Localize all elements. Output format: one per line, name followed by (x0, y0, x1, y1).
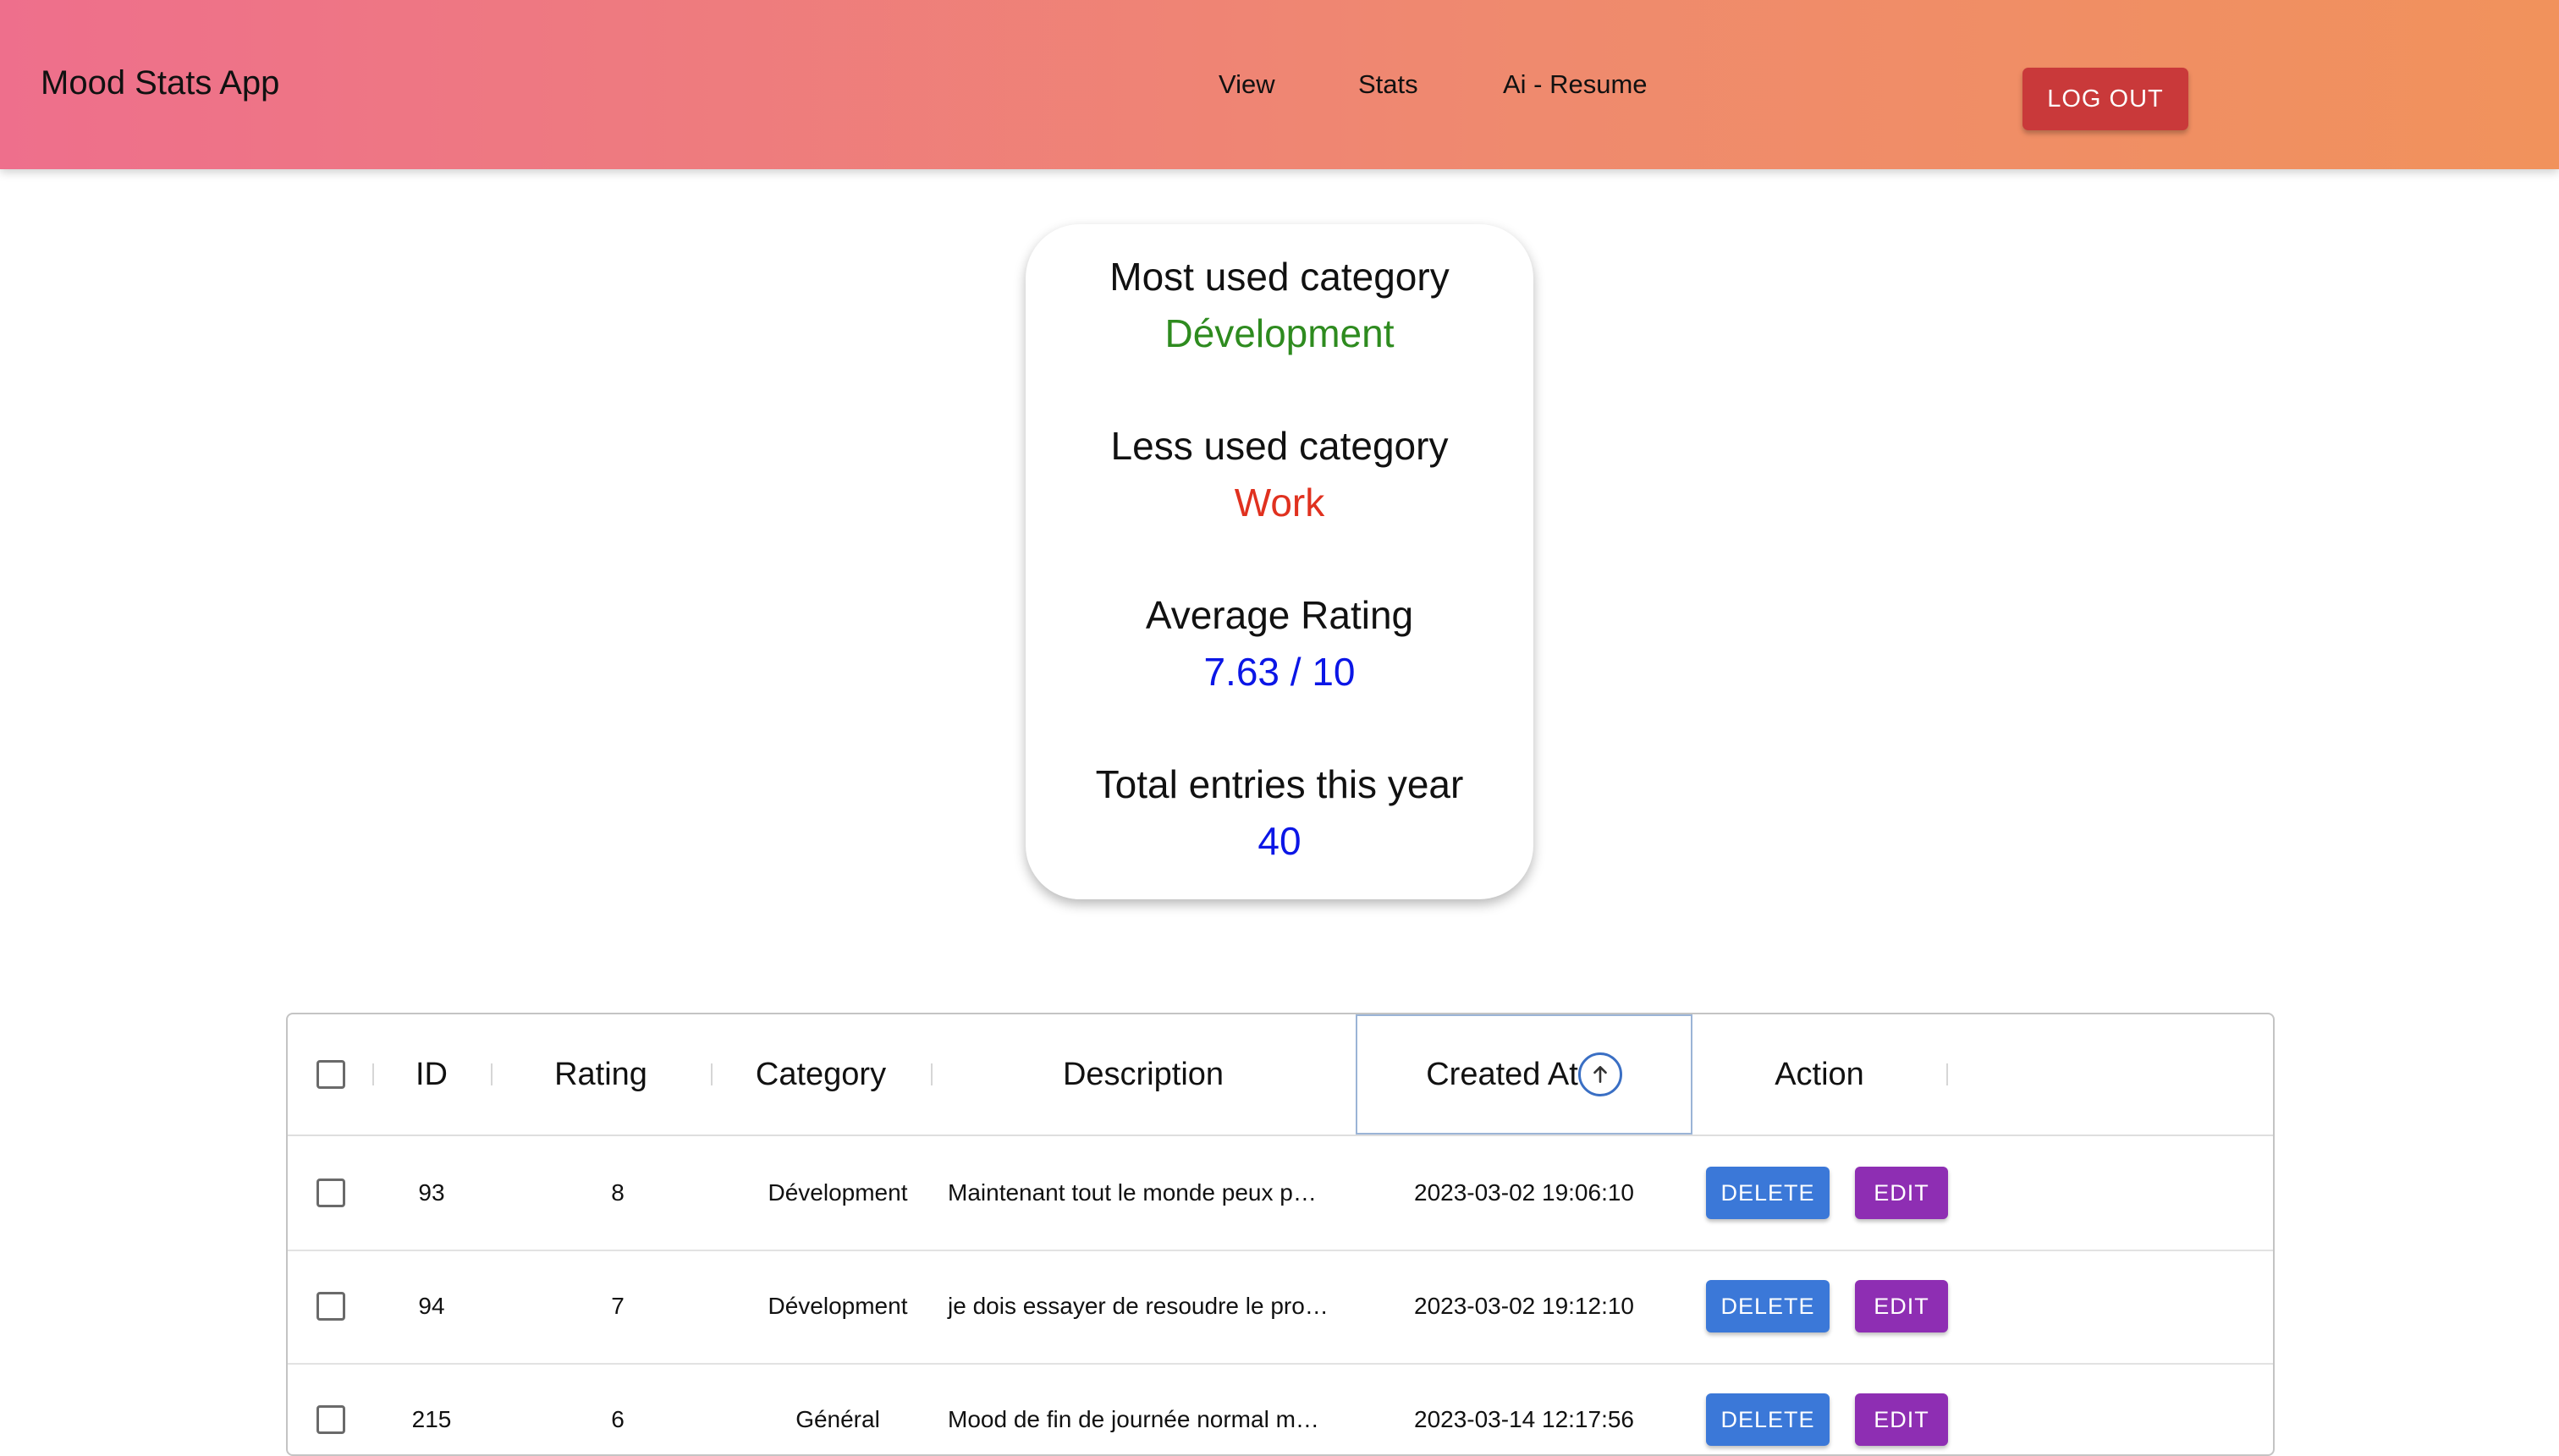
column-header-created-at-label: Created At (1426, 1056, 1578, 1092)
cell-created-at: 2023-03-14 12:17:56 (1414, 1406, 1634, 1432)
edit-button[interactable]: EDIT (1855, 1280, 1948, 1332)
delete-button[interactable]: DELETE (1706, 1393, 1830, 1446)
mood-entries-table: ID Rating Category Description Created A… (286, 1013, 2275, 1456)
total-entries-label: Total entries this year (1095, 762, 1464, 806)
nav-view-link[interactable]: View (1219, 69, 1275, 100)
stats-card: Most used category Dévelopment Less used… (1026, 224, 1533, 899)
less-used-category-value: Work (1234, 481, 1325, 525)
edit-button[interactable]: EDIT (1855, 1393, 1948, 1446)
cell-id: 93 (418, 1179, 445, 1206)
cell-category: Général (795, 1406, 880, 1432)
cell-description: Mood de fin de journée normal m… (948, 1406, 1319, 1432)
delete-button[interactable]: DELETE (1706, 1280, 1830, 1332)
column-header-created-at[interactable]: Created At (1356, 1014, 1692, 1135)
cell-created-at: 2023-03-02 19:12:10 (1414, 1293, 1634, 1319)
cell-rating: 6 (611, 1406, 625, 1432)
table-row[interactable]: 215 6 Général Mood de fin de journée nor… (288, 1363, 2273, 1454)
edit-button[interactable]: EDIT (1855, 1167, 1948, 1219)
row-checkbox[interactable] (316, 1179, 345, 1207)
cell-description: je dois essayer de resoudre le pro… (948, 1293, 1329, 1319)
cell-id: 94 (418, 1293, 445, 1319)
column-header-rating[interactable]: Rating (491, 1014, 711, 1135)
row-checkbox[interactable] (316, 1405, 345, 1434)
most-used-category-value: Dévelopment (1164, 311, 1395, 355)
nav-ai-resume-link[interactable]: Ai - Resume (1503, 69, 1648, 100)
column-separator (1946, 1063, 1948, 1085)
cell-category: Dévelopment (768, 1179, 908, 1206)
cell-created-at: 2023-03-02 19:06:10 (1414, 1179, 1634, 1206)
column-header-description[interactable]: Description (931, 1014, 1356, 1135)
delete-button[interactable]: DELETE (1706, 1167, 1830, 1219)
app-bar: Mood Stats App View Stats Ai - Resume LO… (0, 0, 2559, 169)
select-all-checkbox[interactable] (316, 1060, 345, 1089)
sort-ascending-icon[interactable] (1577, 1052, 1622, 1096)
cell-id: 215 (411, 1406, 452, 1432)
column-header-id[interactable]: ID (372, 1014, 491, 1135)
average-rating-value: 7.63 / 10 (1203, 650, 1356, 694)
total-entries-value: 40 (1257, 819, 1302, 863)
cell-category: Dévelopment (768, 1293, 908, 1319)
app-title: Mood Stats App (41, 64, 280, 102)
logout-button[interactable]: LOG OUT (2022, 68, 2188, 130)
table-row[interactable]: 94 7 Dévelopment je dois essayer de reso… (288, 1250, 2273, 1365)
cell-rating: 8 (611, 1179, 625, 1206)
row-checkbox[interactable] (316, 1292, 345, 1321)
cell-rating: 7 (611, 1293, 625, 1319)
average-rating-label: Average Rating (1145, 593, 1414, 637)
less-used-category-label: Less used category (1110, 424, 1449, 468)
column-header-category[interactable]: Category (711, 1014, 931, 1135)
table-header: ID Rating Category Description Created A… (288, 1014, 2273, 1136)
nav-stats-link[interactable]: Stats (1358, 69, 1418, 100)
most-used-category-label: Most used category (1109, 255, 1450, 299)
table-row[interactable]: 93 8 Dévelopment Maintenant tout le mond… (288, 1136, 2273, 1251)
cell-description: Maintenant tout le monde peux p… (948, 1179, 1317, 1206)
column-header-action: Action (1775, 1056, 1864, 1092)
